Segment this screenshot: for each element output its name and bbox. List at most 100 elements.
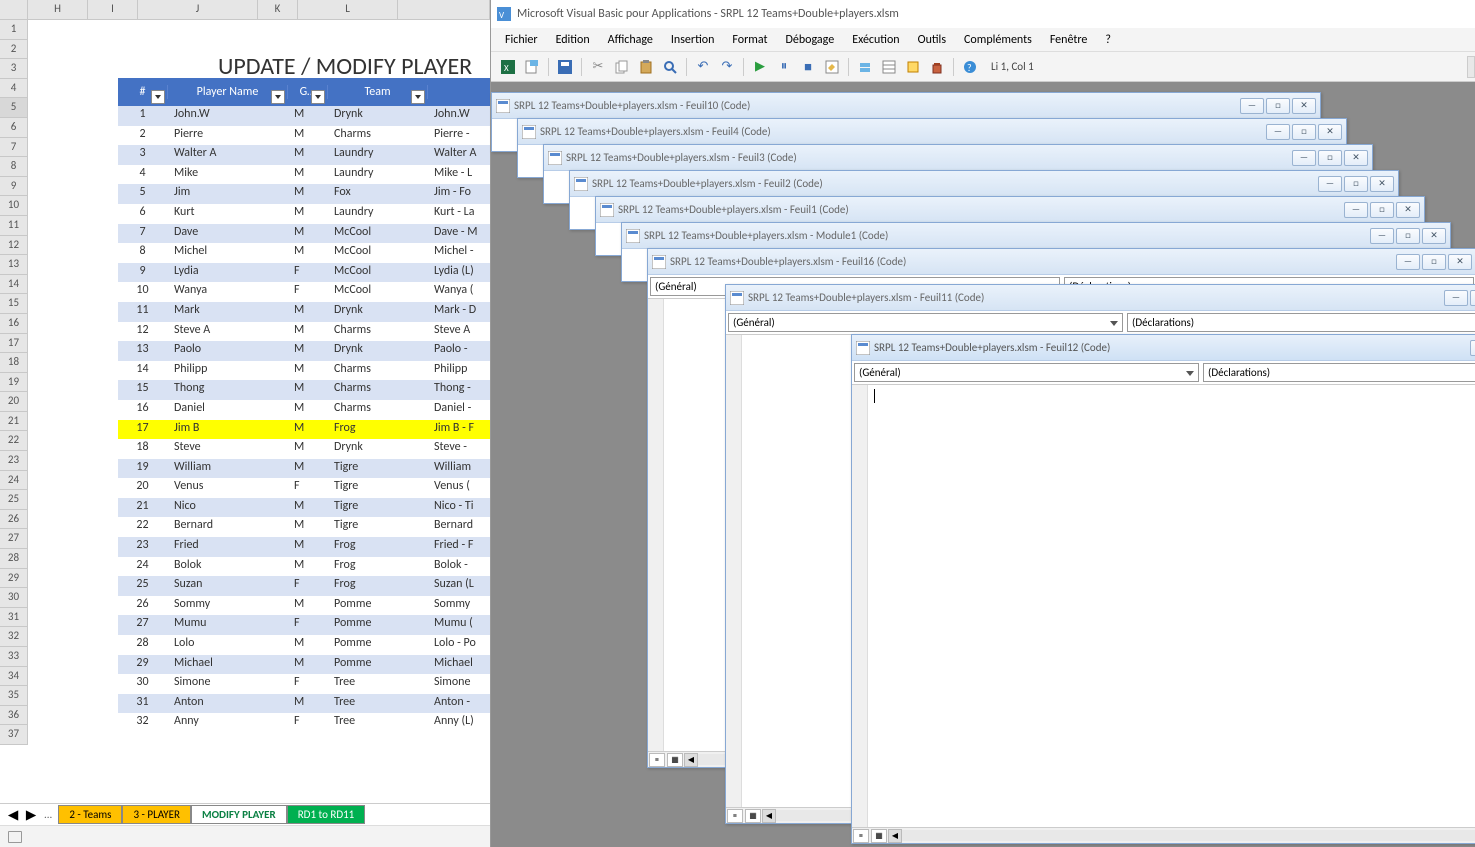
row-header-28[interactable]: 28 bbox=[0, 549, 28, 569]
table-row[interactable]: 15ThongMCharmsThong - bbox=[118, 380, 490, 400]
th-gender[interactable]: G… bbox=[288, 85, 328, 99]
cell-number[interactable]: 24 bbox=[118, 557, 168, 577]
cell-team[interactable]: Pomme bbox=[328, 655, 428, 675]
cell-ext[interactable]: Bernard bbox=[428, 517, 490, 537]
row-header-24[interactable]: 24 bbox=[0, 471, 28, 491]
menu-outils[interactable]: Outils bbox=[910, 31, 954, 49]
cell-name[interactable]: William bbox=[168, 459, 288, 479]
cell-name[interactable]: Michel bbox=[168, 243, 288, 263]
cell-team[interactable]: Drynk bbox=[328, 106, 428, 126]
cell-name[interactable]: Bernard bbox=[168, 517, 288, 537]
vba-title-bar[interactable]: V Microsoft Visual Basic pour Applicatio… bbox=[491, 0, 1475, 28]
cell-name[interactable]: Thong bbox=[168, 380, 288, 400]
help-icon[interactable]: ? bbox=[959, 56, 981, 78]
code-window[interactable]: SRPL 12 Teams+Double+players.xlsm - Feui… bbox=[851, 334, 1475, 844]
object-dropdown[interactable]: (Général) bbox=[854, 363, 1199, 382]
cell-team[interactable]: Tigre bbox=[328, 459, 428, 479]
cell-gender[interactable]: F bbox=[288, 674, 328, 694]
row-header-36[interactable]: 36 bbox=[0, 706, 28, 726]
table-row[interactable]: 8MichelMMcCoolMichel - bbox=[118, 243, 490, 263]
cell-name[interactable]: Mike bbox=[168, 165, 288, 185]
table-row[interactable]: 6KurtMLaundryKurt - La bbox=[118, 204, 490, 224]
row-header-15[interactable]: 15 bbox=[0, 294, 28, 314]
minimize-button[interactable]: — bbox=[1444, 290, 1468, 306]
filter-icon[interactable] bbox=[151, 90, 165, 104]
tab-teams[interactable]: 2 - Teams bbox=[58, 805, 122, 824]
cell-team[interactable]: Frog bbox=[328, 420, 428, 440]
filter-icon[interactable] bbox=[311, 90, 325, 104]
menu-complements[interactable]: Compléments bbox=[956, 31, 1040, 49]
cell-ext[interactable]: Simone bbox=[428, 674, 490, 694]
cell-number[interactable]: 7 bbox=[118, 224, 168, 244]
cell-ext[interactable]: William bbox=[428, 459, 490, 479]
maximize-button[interactable]: □ bbox=[1318, 150, 1342, 166]
cell-team[interactable]: Frog bbox=[328, 537, 428, 557]
menu-fenetre[interactable]: Fenêtre bbox=[1042, 31, 1096, 49]
paste-icon[interactable] bbox=[635, 56, 657, 78]
cell-team[interactable]: Laundry bbox=[328, 165, 428, 185]
cell-team[interactable]: Tree bbox=[328, 694, 428, 714]
row-header-1[interactable]: 1 bbox=[0, 20, 28, 40]
table-row[interactable]: 12Steve AMCharmsSteve A bbox=[118, 322, 490, 342]
row-header-23[interactable]: 23 bbox=[0, 451, 28, 471]
cell-ext[interactable]: Wanya ( bbox=[428, 282, 490, 302]
table-row[interactable]: 13PaoloMDrynkPaolo - bbox=[118, 341, 490, 361]
code-window-titlebar[interactable]: SRPL 12 Teams+Double+players.xlsm - Feui… bbox=[726, 285, 1475, 311]
code-window-titlebar[interactable]: SRPL 12 Teams+Double+players.xlsm - Feui… bbox=[596, 197, 1424, 223]
project-icon[interactable] bbox=[854, 56, 876, 78]
scroll-left-icon[interactable]: ◀ bbox=[684, 753, 698, 767]
cell-ext[interactable]: Mark - D bbox=[428, 302, 490, 322]
cell-name[interactable]: Steve A bbox=[168, 322, 288, 342]
cell-team[interactable]: Laundry bbox=[328, 204, 428, 224]
cell-number[interactable]: 3 bbox=[118, 145, 168, 165]
cell-gender[interactable]: F bbox=[288, 713, 328, 733]
menu-execution[interactable]: Exécution bbox=[844, 31, 907, 49]
cell-name[interactable]: Jim B bbox=[168, 420, 288, 440]
minimize-button[interactable]: — bbox=[1396, 254, 1420, 270]
cell-gender[interactable]: M bbox=[288, 184, 328, 204]
row-header-5[interactable]: 5 bbox=[0, 98, 28, 118]
cell-ext[interactable]: Suzan (L bbox=[428, 576, 490, 596]
cell-gender[interactable]: M bbox=[288, 537, 328, 557]
cell-ext[interactable]: Jim - Fo bbox=[428, 184, 490, 204]
cell-name[interactable]: Michael bbox=[168, 655, 288, 675]
close-button[interactable]: ✕ bbox=[1344, 150, 1368, 166]
cell-gender[interactable]: M bbox=[288, 557, 328, 577]
maximize-button[interactable]: □ bbox=[1470, 290, 1475, 306]
table-row[interactable]: 31AntonMTreeAnton - bbox=[118, 694, 490, 714]
table-row[interactable]: 30SimoneFTreeSimone bbox=[118, 674, 490, 694]
cell-number[interactable]: 18 bbox=[118, 439, 168, 459]
cell-name[interactable]: John.W bbox=[168, 106, 288, 126]
row-header-30[interactable]: 30 bbox=[0, 588, 28, 608]
close-button[interactable]: ✕ bbox=[1422, 228, 1446, 244]
cell-team[interactable]: Pomme bbox=[328, 635, 428, 655]
code-window-titlebar[interactable]: SRPL 12 Teams+Double+players.xlsm - Feui… bbox=[570, 171, 1398, 197]
cell-ext[interactable]: Anny (L) bbox=[428, 713, 490, 733]
cell-ext[interactable]: Dave - M bbox=[428, 224, 490, 244]
cell-gender[interactable]: M bbox=[288, 694, 328, 714]
cell-name[interactable]: Kurt bbox=[168, 204, 288, 224]
menu-format[interactable]: Format bbox=[724, 31, 775, 49]
col-header-I[interactable]: I bbox=[88, 0, 138, 19]
cell-name[interactable]: Philipp bbox=[168, 361, 288, 381]
cut-icon[interactable]: ✂ bbox=[587, 56, 609, 78]
row-header-17[interactable]: 17 bbox=[0, 334, 28, 354]
code-window-titlebar[interactable]: SRPL 12 Teams+Double+players.xlsm - Feui… bbox=[852, 335, 1475, 361]
redo-icon[interactable]: ↷ bbox=[716, 56, 738, 78]
cell-name[interactable]: Wanya bbox=[168, 282, 288, 302]
run-icon[interactable]: ▶ bbox=[749, 56, 771, 78]
maximize-button[interactable]: □ bbox=[1266, 98, 1290, 114]
menu-debogage[interactable]: Débogage bbox=[778, 31, 843, 49]
cell-number[interactable]: 2 bbox=[118, 126, 168, 146]
cell-gender[interactable]: M bbox=[288, 126, 328, 146]
cell-name[interactable]: Walter A bbox=[168, 145, 288, 165]
cell-gender[interactable]: M bbox=[288, 224, 328, 244]
table-row[interactable]: 17Jim BMFrogJim B - F bbox=[118, 420, 490, 440]
table-row[interactable]: 23FriedMFrogFried - F bbox=[118, 537, 490, 557]
cell-ext[interactable]: Lolo - Po bbox=[428, 635, 490, 655]
cell-ext[interactable]: Venus ( bbox=[428, 478, 490, 498]
table-row[interactable]: 10WanyaFMcCoolWanya ( bbox=[118, 282, 490, 302]
cell-number[interactable]: 17 bbox=[118, 420, 168, 440]
cell-number[interactable]: 28 bbox=[118, 635, 168, 655]
cell-number[interactable]: 6 bbox=[118, 204, 168, 224]
